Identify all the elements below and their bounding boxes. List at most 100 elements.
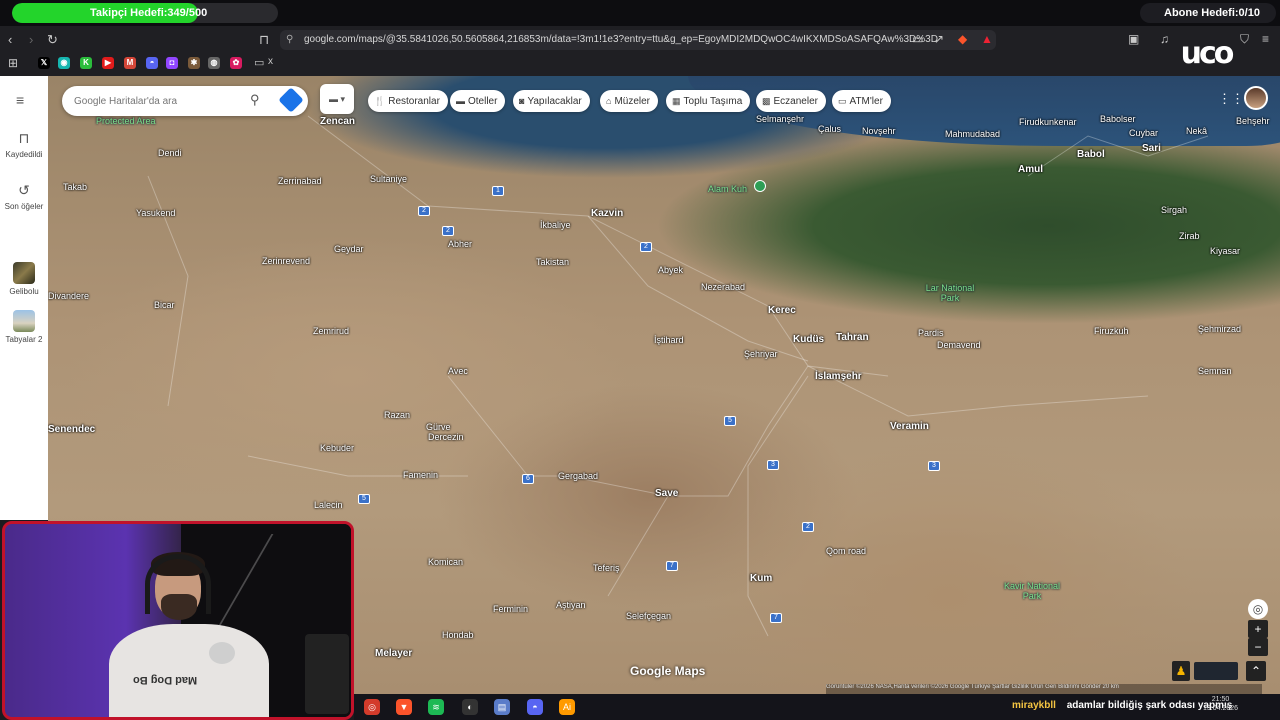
- place-label[interactable]: Yasukend: [136, 208, 175, 218]
- place-label[interactable]: Çalus: [818, 124, 841, 134]
- place-label[interactable]: Teferiş: [593, 563, 620, 573]
- place-label[interactable]: Veramin: [890, 421, 929, 432]
- media-icon[interactable]: ♫: [1160, 32, 1169, 46]
- place-label[interactable]: Nekâ: [1186, 126, 1207, 136]
- place-label[interactable]: Demavend: [937, 340, 981, 350]
- place-label[interactable]: Sultaniye: [370, 174, 407, 184]
- chip-restaurant[interactable]: 🍴 Restoranlar: [368, 90, 448, 112]
- place-label[interactable]: Save: [655, 488, 678, 499]
- place-label[interactable]: Zencan: [320, 116, 355, 127]
- place-label[interactable]: Nezerabad: [701, 282, 745, 292]
- place-label[interactable]: Kazvin: [591, 208, 623, 219]
- expand-icon[interactable]: ⌃: [1246, 661, 1266, 681]
- account-avatar[interactable]: [1244, 86, 1268, 110]
- place-label[interactable]: İştihard: [654, 335, 684, 345]
- back-icon[interactable]: ‹: [8, 32, 12, 47]
- place-label[interactable]: Şehmirzad: [1198, 324, 1241, 334]
- alam-kuh-pin-icon[interactable]: [754, 180, 766, 192]
- place-label[interactable]: Hondab: [442, 630, 474, 640]
- place-label[interactable]: Dendi: [158, 148, 182, 158]
- place-label[interactable]: Amul: [1018, 164, 1043, 175]
- sidebar-item-tabyalar[interactable]: Tabyalar 2: [0, 310, 48, 344]
- place-label[interactable]: İkbaliye: [540, 220, 571, 230]
- chip-camera[interactable]: ◙ Yapılacaklar: [513, 90, 590, 112]
- place-label[interactable]: Kudüs: [793, 334, 824, 345]
- address-bar[interactable]: ⚲ google.com/maps/@35.5841026,50.5605864…: [280, 30, 996, 50]
- place-label[interactable]: Qom road: [826, 546, 866, 556]
- settings-gear-icon[interactable]: ✱: [188, 57, 200, 69]
- place-label[interactable]: Gürve: [426, 422, 451, 432]
- place-label[interactable]: Bicar: [154, 300, 175, 310]
- reload-icon[interactable]: ↻: [47, 32, 58, 48]
- place-label[interactable]: Zemrirud: [313, 326, 349, 336]
- discord-taskbar-icon[interactable]: ◓: [527, 699, 543, 715]
- place-label[interactable]: İslamşehr: [815, 371, 862, 382]
- place-label[interactable]: Zerrinabad: [278, 176, 322, 186]
- place-label[interactable]: Protected Area: [96, 116, 156, 126]
- place-label[interactable]: Firudkunkenar: [1019, 117, 1077, 127]
- google-apps-icon[interactable]: ⋮⋮: [1218, 91, 1244, 107]
- hamburger-menu-icon[interactable]: ≡: [16, 92, 24, 108]
- place-label[interactable]: Babolser: [1100, 114, 1136, 124]
- forward-icon[interactable]: ›: [29, 32, 33, 47]
- place-label[interactable]: Sirgah: [1161, 205, 1187, 215]
- chip-atm[interactable]: ▭ ATM'ler: [832, 90, 891, 112]
- place-label[interactable]: Lalecin: [314, 500, 343, 510]
- place-label[interactable]: Tahran: [836, 332, 869, 343]
- place-label[interactable]: Behşehr: [1236, 116, 1270, 126]
- menu-icon[interactable]: ≡: [1262, 32, 1269, 46]
- share-icon[interactable]: ↗: [934, 32, 944, 46]
- layers-button[interactable]: ▬ ▾: [320, 84, 354, 114]
- gmail-icon[interactable]: M: [124, 57, 136, 69]
- site-info-icon[interactable]: ⚲: [286, 30, 293, 50]
- place-label[interactable]: Babol: [1077, 149, 1105, 160]
- place-label[interactable]: Kum: [750, 573, 772, 584]
- brave-rewards-icon[interactable]: ▲: [981, 32, 993, 46]
- place-label[interactable]: Divandere: [48, 291, 89, 301]
- place-label[interactable]: Dercezin: [428, 432, 464, 442]
- place-label[interactable]: Alam Kuh: [708, 184, 747, 194]
- bookmark-pink-icon[interactable]: ✿: [230, 57, 242, 69]
- place-label[interactable]: Senendec: [48, 424, 95, 435]
- place-label[interactable]: Famenin: [403, 470, 438, 480]
- chip-hotel[interactable]: ▬ Oteller: [450, 90, 506, 112]
- place-label[interactable]: Abyek: [658, 265, 683, 275]
- search-icon[interactable]: ⚲: [250, 92, 260, 108]
- place-label[interactable]: Kiyasar: [1210, 246, 1240, 256]
- brave-shield-icon[interactable]: ◆: [958, 32, 967, 46]
- sidebar-item-saved[interactable]: ⊓ Kaydedildi: [0, 130, 48, 159]
- place-label[interactable]: Geydar: [334, 244, 364, 254]
- place-label[interactable]: Takab: [63, 182, 87, 192]
- place-label[interactable]: Avec: [448, 366, 468, 376]
- chip-pharmacy[interactable]: ▩ Eczaneler: [756, 90, 826, 112]
- brave-icon[interactable]: ▼: [396, 699, 412, 715]
- place-label[interactable]: Selmanşehr: [756, 114, 804, 124]
- place-label[interactable]: Melayer: [375, 648, 412, 659]
- place-label[interactable]: Şehriyar: [744, 349, 778, 359]
- place-label[interactable]: Aştiyan: [556, 600, 586, 610]
- place-label[interactable]: Zerinrevend: [262, 256, 310, 266]
- place-label[interactable]: Razan: [384, 410, 410, 420]
- sidebar-toggle-icon[interactable]: ▣: [1128, 32, 1139, 46]
- place-label[interactable]: Gergabad: [558, 471, 598, 481]
- spotify-icon[interactable]: ≋: [428, 699, 444, 715]
- folder-icon[interactable]: ▭: [254, 56, 264, 69]
- youtube-icon[interactable]: ▶: [102, 57, 114, 69]
- place-label[interactable]: Abher: [448, 239, 472, 249]
- place-label[interactable]: Firuzkuh: [1094, 326, 1129, 336]
- place-label[interactable]: Ferminin: [493, 604, 528, 614]
- zoom-out-button[interactable]: −: [1248, 638, 1268, 656]
- chip-transit[interactable]: ▦ Toplu Taşıma: [666, 90, 751, 112]
- place-label[interactable]: Sari: [1142, 143, 1161, 154]
- imagery-thumbnails[interactable]: [1194, 662, 1238, 680]
- place-label[interactable]: Pardis: [918, 328, 944, 338]
- place-label[interactable]: Novşehr: [862, 126, 896, 136]
- bookmark-cyan-icon[interactable]: ◉: [58, 57, 70, 69]
- chrome-icon[interactable]: ◎: [364, 699, 380, 715]
- twitch-icon[interactable]: ◘: [166, 57, 178, 69]
- place-label[interactable]: Mahmudabad: [945, 129, 1000, 139]
- place-label[interactable]: Kebuder: [320, 443, 354, 453]
- kick-icon[interactable]: K: [80, 57, 92, 69]
- my-location-icon[interactable]: ◎: [1248, 599, 1268, 619]
- recorder-icon[interactable]: ◐: [462, 699, 478, 715]
